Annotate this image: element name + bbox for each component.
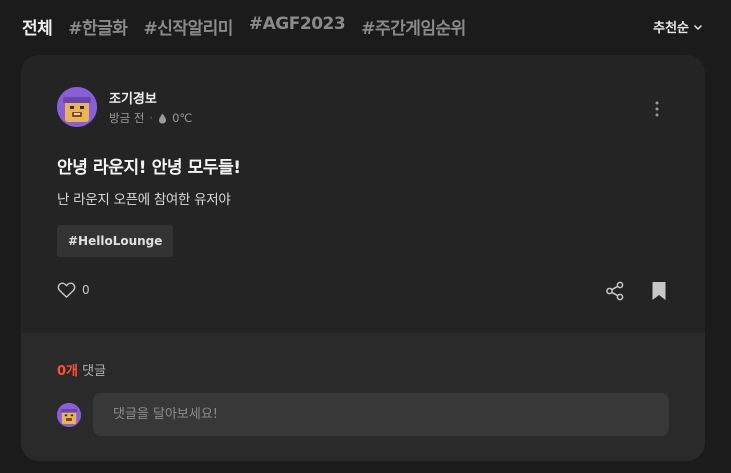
comment-input[interactable]: [93, 393, 669, 436]
tab-all[interactable]: 전체: [22, 14, 53, 39]
post: 조기경보 방금 전 · 0℃ 안녕 라운지! 안녕 모두들! 난 라운지 오픈에…: [21, 55, 705, 333]
chevron-down-icon: [693, 24, 703, 30]
comment-count-label: 댓글: [82, 364, 107, 379]
temperature-value: 0℃: [172, 111, 193, 125]
more-options-icon[interactable]: [647, 99, 667, 119]
top-bar: 전체 #한글화 #신작알리미 #AGF2023 #주간게임순위 추천순: [0, 0, 731, 52]
share-icon[interactable]: [605, 281, 625, 301]
tab-localization[interactable]: #한글화: [68, 14, 128, 39]
temperature-icon: [158, 113, 167, 124]
like-count: 0: [82, 283, 90, 297]
commenter-avatar-image: [57, 403, 81, 427]
bookmark-icon[interactable]: [651, 281, 667, 301]
comment-count-number: 0개: [57, 364, 79, 379]
heart-icon: [57, 282, 76, 298]
tab-list: 전체 #한글화 #신작알리미 #AGF2023 #주간게임순위: [22, 14, 482, 39]
sort-dropdown[interactable]: 추천순: [653, 17, 703, 36]
tab-agf2023[interactable]: #AGF2023: [249, 14, 346, 39]
like-button[interactable]: 0: [57, 281, 90, 299]
post-body: 난 라운지 오픈에 참여한 유저야: [57, 192, 231, 208]
comment-count: 0개 댓글: [57, 360, 106, 379]
commenter-avatar: [57, 403, 81, 427]
post-title: 안녕 라운지! 안녕 모두들!: [57, 158, 241, 178]
author-name[interactable]: 조기경보: [109, 88, 157, 107]
tab-new-releases[interactable]: #신작알리미: [143, 14, 233, 39]
avatar-image: [57, 87, 97, 127]
tab-weekly-ranking[interactable]: #주간게임순위: [361, 14, 466, 39]
comments-section: 0개 댓글: [21, 333, 705, 461]
avatar[interactable]: [57, 87, 97, 127]
post-meta: 방금 전 · 0℃: [109, 110, 192, 126]
post-card: 조기경보 방금 전 · 0℃ 안녕 라운지! 안녕 모두들! 난 라운지 오픈에…: [21, 55, 705, 461]
post-time: 방금 전: [109, 111, 145, 125]
hashtag-chip[interactable]: #HelloLounge: [57, 225, 174, 257]
meta-separator: ·: [149, 111, 154, 125]
sort-label: 추천순: [653, 21, 689, 36]
